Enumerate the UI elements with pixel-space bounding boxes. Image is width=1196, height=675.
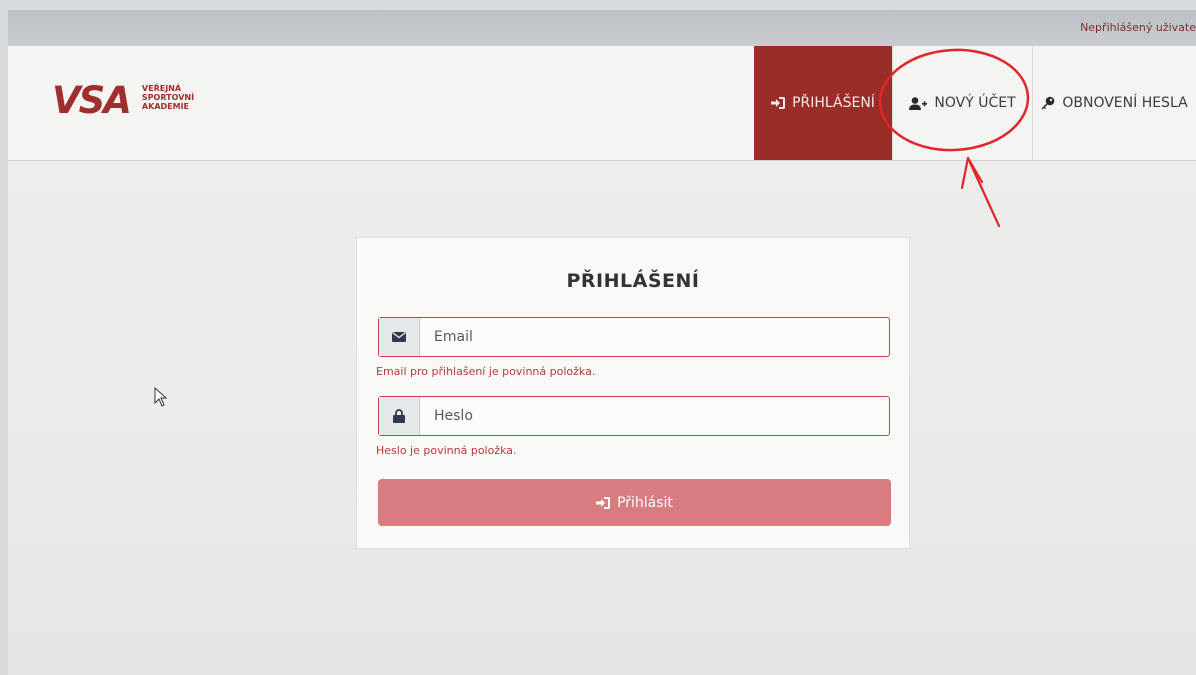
nav-reset-password[interactable]: OBNOVENÍ HESLA	[1032, 46, 1196, 160]
browser-screen: Nepřihlášený uživate VSA VEŘEJNÁ SPORTOV…	[8, 10, 1196, 675]
login-title: PŘIHLÁŠENÍ	[566, 270, 700, 292]
top-status-bar: Nepřihlášený uživate	[8, 10, 1196, 46]
email-input[interactable]	[420, 318, 889, 356]
nav-login-label: PŘIHLÁŠENÍ	[792, 95, 875, 111]
logo-mark: VSA	[52, 79, 132, 122]
nav-new-account[interactable]: NOVÝ ÚČET	[892, 46, 1032, 160]
mouse-cursor-icon	[154, 386, 168, 411]
lock-icon	[379, 397, 420, 435]
login-submit-label: Přihlásit	[617, 494, 673, 511]
envelope-icon	[379, 318, 420, 356]
email-input-group	[378, 317, 890, 357]
password-error: Heslo je povinná položka.	[376, 444, 517, 457]
login-card: PŘIHLÁŠENÍ Email pro přihlašení je povin…	[356, 237, 910, 549]
vsa-logo[interactable]: VSA VEŘEJNÁ SPORTOVNÍ AKADEMIE	[52, 82, 194, 119]
email-error: Email pro přihlašení je povinná položka.	[376, 365, 596, 378]
site-header: VSA VEŘEJNÁ SPORTOVNÍ AKADEMIE PŘIHLÁŠEN…	[8, 46, 1196, 161]
sign-in-icon	[771, 97, 786, 109]
nav-login[interactable]: PŘIHLÁŠENÍ	[754, 46, 892, 160]
logo-line-3: AKADEMIE	[141, 102, 190, 111]
user-plus-icon	[909, 96, 928, 110]
password-input[interactable]	[420, 397, 889, 435]
logo-text: VEŘEJNÁ SPORTOVNÍ AKADEMIE	[142, 84, 194, 111]
nav-reset-password-label: OBNOVENÍ HESLA	[1062, 95, 1188, 111]
sign-in-icon	[596, 496, 611, 509]
user-status: Nepřihlášený uživate	[1080, 21, 1196, 34]
logo-line-1: VEŘEJNÁ	[141, 84, 182, 93]
key-icon	[1041, 96, 1055, 110]
login-submit-button[interactable]: Přihlásit	[378, 479, 891, 526]
logo-line-2: SPORTOVNÍ	[141, 93, 195, 102]
nav-new-account-label: NOVÝ ÚČET	[934, 95, 1016, 111]
main-nav: PŘIHLÁŠENÍ NOVÝ ÚČET OBNOVENÍ HESLA	[754, 46, 1196, 160]
password-input-group	[378, 396, 890, 436]
